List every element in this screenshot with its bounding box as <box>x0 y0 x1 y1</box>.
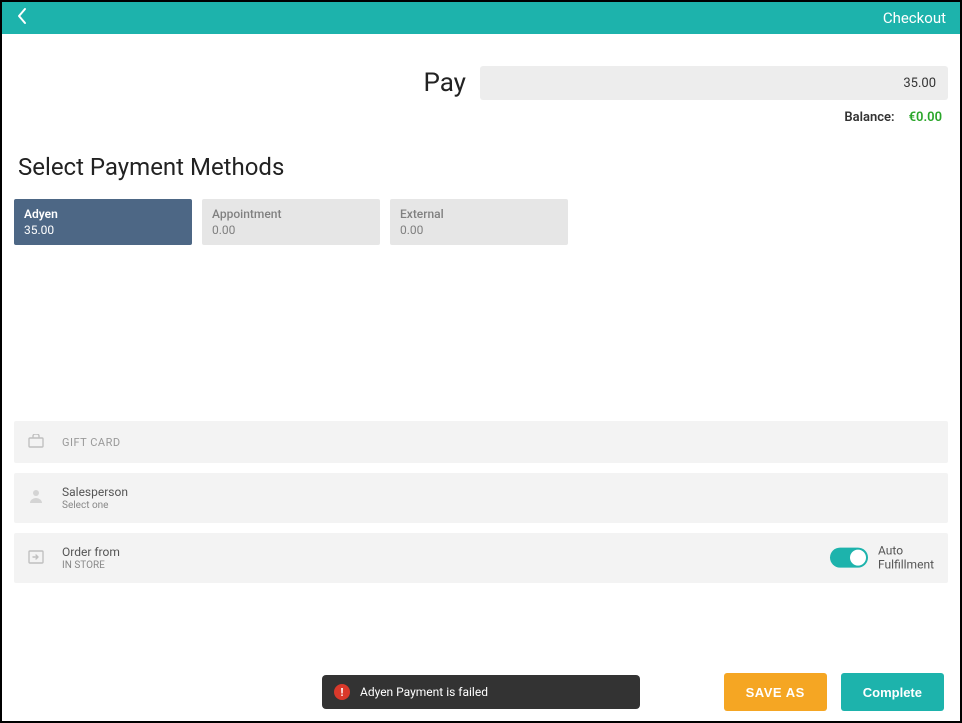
export-icon <box>28 549 48 568</box>
section-title: Select Payment Methods <box>18 153 948 181</box>
salesperson-text: Salesperson Select one <box>62 485 128 511</box>
order-from-label: Order from <box>62 545 120 559</box>
save-as-button[interactable]: SAVE AS <box>724 673 827 711</box>
chevron-left-icon <box>16 7 27 25</box>
gift-card-icon <box>28 433 48 452</box>
person-icon <box>28 488 48 508</box>
order-from-text: Order from IN STORE <box>62 545 120 571</box>
gift-card-label: GIFT CARD <box>62 436 121 449</box>
error-toast: ! Adyen Payment is failed <box>322 675 640 709</box>
order-from-row[interactable]: Order from IN STORE Auto Fulfillment <box>14 533 948 583</box>
auto-fulfillment-toggle[interactable] <box>830 548 868 568</box>
method-amount: 0.00 <box>400 223 558 237</box>
payment-method-adyen[interactable]: Adyen 35.00 <box>14 199 192 245</box>
content: Pay 35.00 Balance: €0.00 Select Payment … <box>2 66 960 583</box>
auto-label-line2: Fulfillment <box>878 558 934 572</box>
method-name: Appointment <box>212 207 370 221</box>
gift-card-row[interactable]: GIFT CARD <box>14 421 948 463</box>
toast-message: Adyen Payment is failed <box>360 685 488 699</box>
payment-method-external[interactable]: External 0.00 <box>390 199 568 245</box>
payment-method-appointment[interactable]: Appointment 0.00 <box>202 199 380 245</box>
pay-row: Pay 35.00 <box>14 66 948 100</box>
balance-row: Balance: €0.00 <box>14 110 948 125</box>
footer: ! Adyen Payment is failed SAVE AS Comple… <box>2 673 960 711</box>
pay-amount-input[interactable]: 35.00 <box>480 66 948 100</box>
payment-method-row: Adyen 35.00 Appointment 0.00 External 0.… <box>14 199 948 245</box>
method-name: External <box>400 207 558 221</box>
method-amount: 0.00 <box>212 223 370 237</box>
auto-label-line1: Auto <box>878 544 934 558</box>
toggle-knob <box>850 550 866 566</box>
back-button[interactable] <box>16 7 27 29</box>
complete-button[interactable]: Complete <box>841 673 944 711</box>
salesperson-row[interactable]: Salesperson Select one <box>14 473 948 523</box>
info-list: GIFT CARD Salesperson Select one Order f… <box>14 421 948 583</box>
method-name: Adyen <box>24 207 182 221</box>
balance-label: Balance: <box>844 110 894 125</box>
balance-amount: €0.00 <box>909 110 942 125</box>
auto-fulfillment-label: Auto Fulfillment <box>878 544 934 573</box>
error-icon: ! <box>334 684 350 700</box>
method-amount: 35.00 <box>24 223 182 237</box>
salesperson-label: Salesperson <box>62 485 128 499</box>
auto-fulfillment-group: Auto Fulfillment <box>830 544 934 573</box>
pay-label: Pay <box>423 68 466 98</box>
salesperson-sub: Select one <box>62 500 128 511</box>
action-buttons: SAVE AS Complete <box>724 673 944 711</box>
order-from-sub: IN STORE <box>62 560 120 571</box>
top-bar: Checkout <box>2 2 960 34</box>
pay-amount-value: 35.00 <box>903 76 936 91</box>
page-title: Checkout <box>883 9 946 27</box>
